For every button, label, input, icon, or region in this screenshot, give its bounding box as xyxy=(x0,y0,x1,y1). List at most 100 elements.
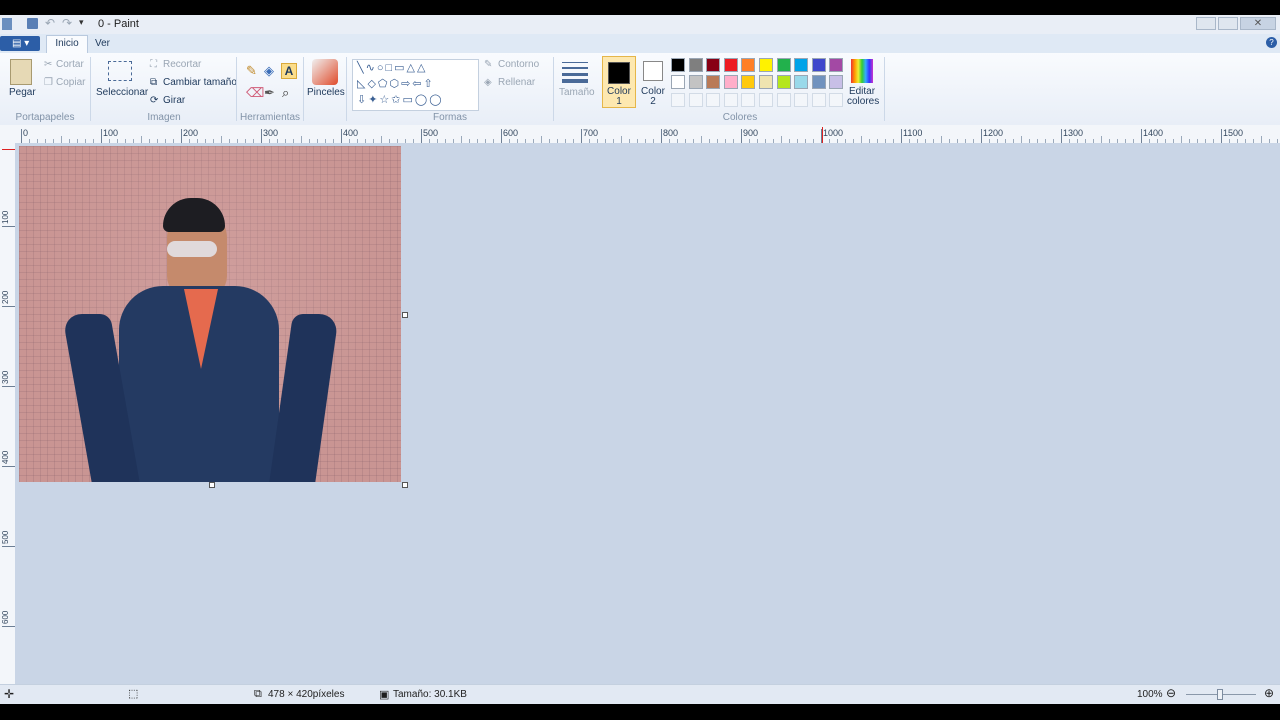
file-menu-button[interactable]: ▤ ▾ xyxy=(0,36,40,51)
custom-color-slot[interactable] xyxy=(688,93,703,107)
crop-button[interactable]: Recortar xyxy=(163,59,201,70)
copy-button[interactable]: Copiar xyxy=(56,77,85,88)
size-button[interactable]: Tamaño xyxy=(559,87,595,98)
undo-icon[interactable]: ↶ xyxy=(45,16,55,30)
select-button[interactable]: Seleccionar xyxy=(96,87,148,98)
fill-bucket-icon[interactable]: ◈ xyxy=(264,63,274,79)
resize-handle-corner[interactable] xyxy=(402,482,408,488)
palette-swatch[interactable] xyxy=(759,75,773,89)
palette-swatch[interactable] xyxy=(759,58,773,72)
color-picker-icon[interactable]: ✒ xyxy=(264,85,275,101)
zoom-in-button[interactable]: ⊕ xyxy=(1264,686,1274,700)
palette-swatch[interactable] xyxy=(671,58,685,72)
paste-button[interactable]: Pegar xyxy=(9,87,36,98)
redo-icon[interactable]: ↷ xyxy=(62,16,72,30)
minimize-button[interactable] xyxy=(1196,17,1216,30)
cut-button[interactable]: Cortar xyxy=(56,59,84,70)
color1-swatch xyxy=(608,62,630,84)
outline-button[interactable]: Contorno xyxy=(498,59,539,70)
palette-swatch[interactable] xyxy=(794,75,809,89)
custom-color-slot[interactable] xyxy=(776,93,791,107)
shapes-row-icon[interactable]: ⇩✦☆✩▭◯◯ xyxy=(357,93,444,106)
palette-swatch[interactable] xyxy=(811,58,826,72)
ruler-tick xyxy=(261,129,262,143)
custom-color-slot[interactable] xyxy=(723,93,738,107)
pencil-icon[interactable]: ✎ xyxy=(246,63,257,79)
color2-swatch[interactable] xyxy=(643,61,663,81)
palette-swatch[interactable] xyxy=(811,75,826,89)
divider xyxy=(303,57,304,121)
help-icon[interactable]: ? xyxy=(1266,37,1277,48)
restore-button[interactable] xyxy=(1218,17,1238,30)
palette-swatch[interactable] xyxy=(776,58,791,72)
tools-group-label: Herramientas xyxy=(240,112,301,123)
brushes-icon[interactable] xyxy=(312,59,338,85)
ruler-label: 1500 xyxy=(1223,128,1244,138)
ruler-minor-tick xyxy=(1181,136,1182,143)
copy-icon: ❐ xyxy=(44,77,53,88)
rotate-button[interactable]: Girar xyxy=(163,95,185,106)
ruler-tick xyxy=(421,129,422,143)
custom-color-slot[interactable] xyxy=(759,93,773,107)
palette-swatch[interactable] xyxy=(688,75,703,89)
custom-color-slot[interactable] xyxy=(671,93,685,107)
shapes-row-icon[interactable]: ◺◇⬠⬡⇨⇦⇧ xyxy=(357,77,435,90)
shapes-gallery[interactable]: ╲∿○□▭△△ ◺◇⬠⬡⇨⇦⇧ ⇩✦☆✩▭◯◯ xyxy=(352,59,479,111)
resize-handle-bottom[interactable] xyxy=(209,482,215,488)
ruler-label: 400 xyxy=(1,450,10,464)
shapes-row-icon[interactable]: ╲∿○□▭△△ xyxy=(357,61,427,74)
ruler-label: 1300 xyxy=(1063,128,1084,138)
ruler-tick xyxy=(661,129,662,143)
color2-label[interactable]: Color 2 xyxy=(640,87,666,107)
ruler-minor-tick xyxy=(61,136,62,143)
customize-toolbar-icon[interactable]: ▾ xyxy=(79,17,84,28)
palette-swatch[interactable] xyxy=(829,58,844,72)
ruler-label: 600 xyxy=(503,128,519,138)
palette-swatch[interactable] xyxy=(706,75,721,89)
window-title: 0 - Paint xyxy=(98,18,139,30)
zoom-out-button[interactable]: ⊖ xyxy=(1166,686,1176,700)
custom-color-slot[interactable] xyxy=(811,93,826,107)
size-icon[interactable] xyxy=(562,61,588,83)
palette-swatch[interactable] xyxy=(741,58,756,72)
select-icon[interactable] xyxy=(108,61,132,81)
ruler-minor-tick xyxy=(461,136,462,143)
custom-color-slot[interactable] xyxy=(794,93,809,107)
cursor-position-marker xyxy=(822,127,823,143)
palette-swatch[interactable] xyxy=(741,75,756,89)
tab-view[interactable]: Ver xyxy=(95,38,110,49)
palette-swatch[interactable] xyxy=(829,75,844,89)
divider xyxy=(884,57,885,121)
palette-swatch[interactable] xyxy=(776,75,791,89)
outline-icon: ✎ xyxy=(484,59,493,70)
palette-swatch[interactable] xyxy=(688,58,703,72)
resize-button[interactable]: Cambiar tamaño xyxy=(163,77,237,88)
custom-color-slot[interactable] xyxy=(706,93,721,107)
edit-colors-icon[interactable] xyxy=(851,59,873,83)
magnifier-icon[interactable]: ⌕ xyxy=(282,85,289,101)
resize-handle-right[interactable] xyxy=(402,312,408,318)
title-bar: ↶ ↷ ▾ 0 - Paint ✕ xyxy=(0,15,1280,34)
palette-swatch[interactable] xyxy=(723,75,738,89)
resize-icon: ⧉ xyxy=(150,77,158,88)
palette-swatch[interactable] xyxy=(794,58,809,72)
fill-button[interactable]: Rellenar xyxy=(498,77,535,88)
eraser-icon[interactable]: ⌫ xyxy=(246,85,264,101)
zoom-slider-thumb[interactable] xyxy=(1217,689,1223,700)
brushes-button[interactable]: Pinceles xyxy=(307,87,345,98)
paint-app-icon[interactable] xyxy=(2,18,12,30)
save-icon[interactable] xyxy=(27,18,38,29)
palette-swatch[interactable] xyxy=(706,58,721,72)
palette-swatch[interactable] xyxy=(671,75,685,89)
text-tool-icon[interactable]: A xyxy=(281,63,297,79)
ribbon-tabs: ▤ ▾ Inicio Ver ? xyxy=(0,34,1280,53)
edit-colors-button[interactable]: Editar colores xyxy=(847,87,879,107)
paste-icon[interactable] xyxy=(10,59,32,85)
ruler-minor-tick xyxy=(541,136,542,143)
custom-color-slot[interactable] xyxy=(741,93,756,107)
custom-color-slot[interactable] xyxy=(829,93,844,107)
palette-swatch[interactable] xyxy=(723,58,738,72)
tab-home[interactable]: Inicio xyxy=(46,35,88,53)
close-button[interactable]: ✕ xyxy=(1240,17,1276,30)
canvas-image[interactable] xyxy=(19,146,401,482)
